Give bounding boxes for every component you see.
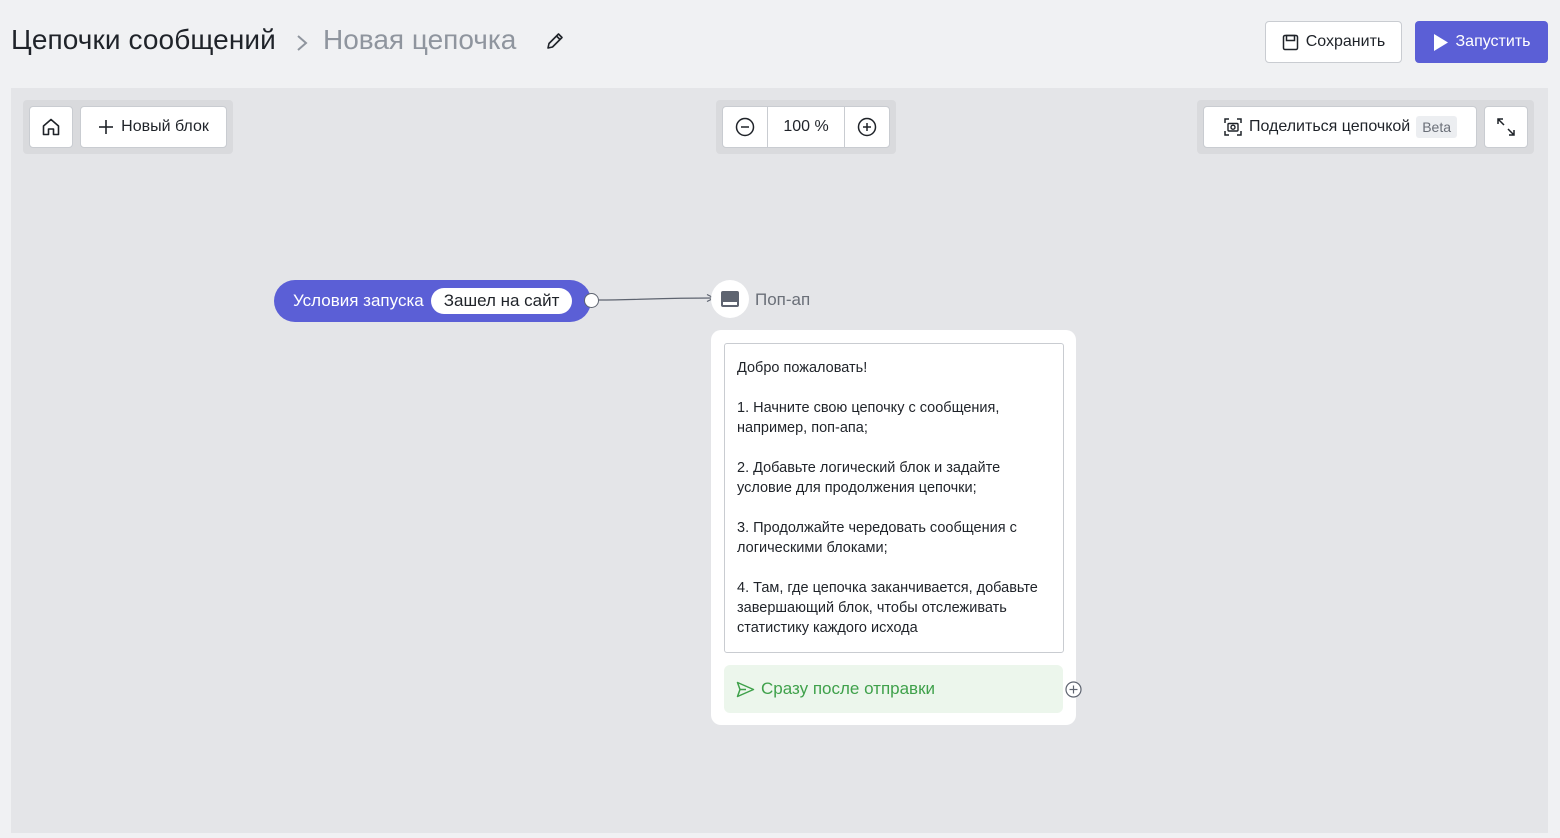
add-next-block-icon[interactable] xyxy=(1065,681,1082,698)
message-line: 4. Там, где цепочка заканчивается, добав… xyxy=(737,580,1038,636)
after-send-condition[interactable]: Сразу после отправки xyxy=(724,665,1063,713)
message-line xyxy=(737,438,1051,458)
canvas-toolbar-left: Новый блок xyxy=(23,100,233,154)
canvas-toolbar-right: Поделиться цепочкой Beta xyxy=(1197,100,1534,154)
expand-icon xyxy=(1497,118,1515,136)
popup-icon xyxy=(721,291,739,307)
trigger-label: Условия запуска xyxy=(293,291,424,310)
message-line xyxy=(737,558,1051,578)
share-chain-label: Поделиться цепочкой xyxy=(1248,118,1411,135)
save-button-label: Сохранить xyxy=(1305,33,1386,50)
play-icon xyxy=(1433,33,1448,51)
beta-badge: Beta xyxy=(1416,116,1458,138)
save-button[interactable]: Сохранить xyxy=(1265,21,1402,63)
flow-canvas[interactable]: Новый блок 100 % Поделиться цепочкой Bet… xyxy=(11,88,1548,833)
message-line xyxy=(737,498,1051,518)
popup-node-icon xyxy=(711,280,749,318)
home-button[interactable] xyxy=(29,106,73,148)
minus-circle-icon xyxy=(735,117,755,137)
save-icon xyxy=(1282,34,1298,50)
after-send-label: Сразу после отправки xyxy=(761,679,936,698)
run-button[interactable]: Запустить xyxy=(1415,21,1548,63)
new-block-button[interactable]: Новый блок xyxy=(80,106,227,148)
home-icon xyxy=(42,118,60,136)
share-chain-button[interactable]: Поделиться цепочкой Beta xyxy=(1203,106,1477,148)
popup-node-card[interactable]: Добро пожаловать! 1. Начните свою цепочк… xyxy=(711,330,1076,725)
message-line: 3. Продолжайте чередовать сообщения с ло… xyxy=(737,520,1017,556)
message-line xyxy=(737,378,1051,398)
fullscreen-button[interactable] xyxy=(1484,106,1528,148)
zoom-controls: 100 % xyxy=(716,100,896,154)
popup-message-preview[interactable]: Добро пожаловать! 1. Начните свою цепочк… xyxy=(724,343,1064,653)
zoom-out-button[interactable] xyxy=(723,107,767,147)
pencil-icon[interactable] xyxy=(544,30,566,52)
popup-node-type: Поп-ап xyxy=(755,290,811,309)
breadcrumb-root[interactable]: Цепочки сообщений xyxy=(11,24,276,56)
breadcrumb-current: Новая цепочка xyxy=(323,24,517,55)
message-line: 1. Начните свою цепочку с сообщения, нап… xyxy=(737,400,1000,436)
screenshot-icon xyxy=(1224,118,1242,136)
connector-arrow xyxy=(598,293,716,303)
plus-icon xyxy=(99,120,114,134)
message-line: 2. Добавьте логический блок и задайте ус… xyxy=(737,460,1001,496)
chevron-right-icon xyxy=(297,35,308,51)
new-block-label: Новый блок xyxy=(121,118,209,135)
trigger-condition-chip[interactable]: Зашел на сайт xyxy=(430,288,573,314)
run-button-label: Запустить xyxy=(1455,33,1531,50)
trigger-node[interactable]: Условия запуска Зашел на сайт xyxy=(274,280,591,322)
send-icon xyxy=(736,681,755,697)
header: Цепочки сообщений Новая цепочка Сохранит… xyxy=(0,0,1560,86)
plus-circle-icon xyxy=(857,117,877,137)
message-line: Добро пожаловать! xyxy=(737,360,868,376)
zoom-level: 100 % xyxy=(767,107,845,147)
zoom-in-button[interactable] xyxy=(845,107,889,147)
